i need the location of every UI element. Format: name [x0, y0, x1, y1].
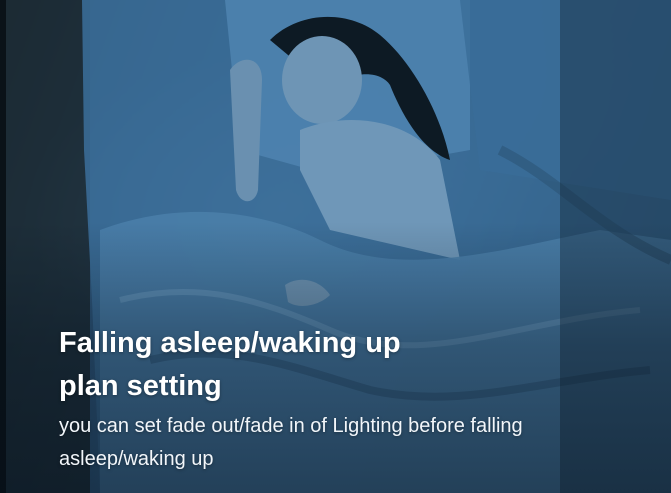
feature-card: Falling asleep/waking up plan setting yo… [0, 0, 671, 493]
card-title: Falling asleep/waking up plan setting [59, 327, 401, 402]
card-description: you can set fade out/fade in of Lighting… [59, 415, 523, 470]
caption: Falling asleep/waking up plan setting yo… [59, 322, 619, 476]
